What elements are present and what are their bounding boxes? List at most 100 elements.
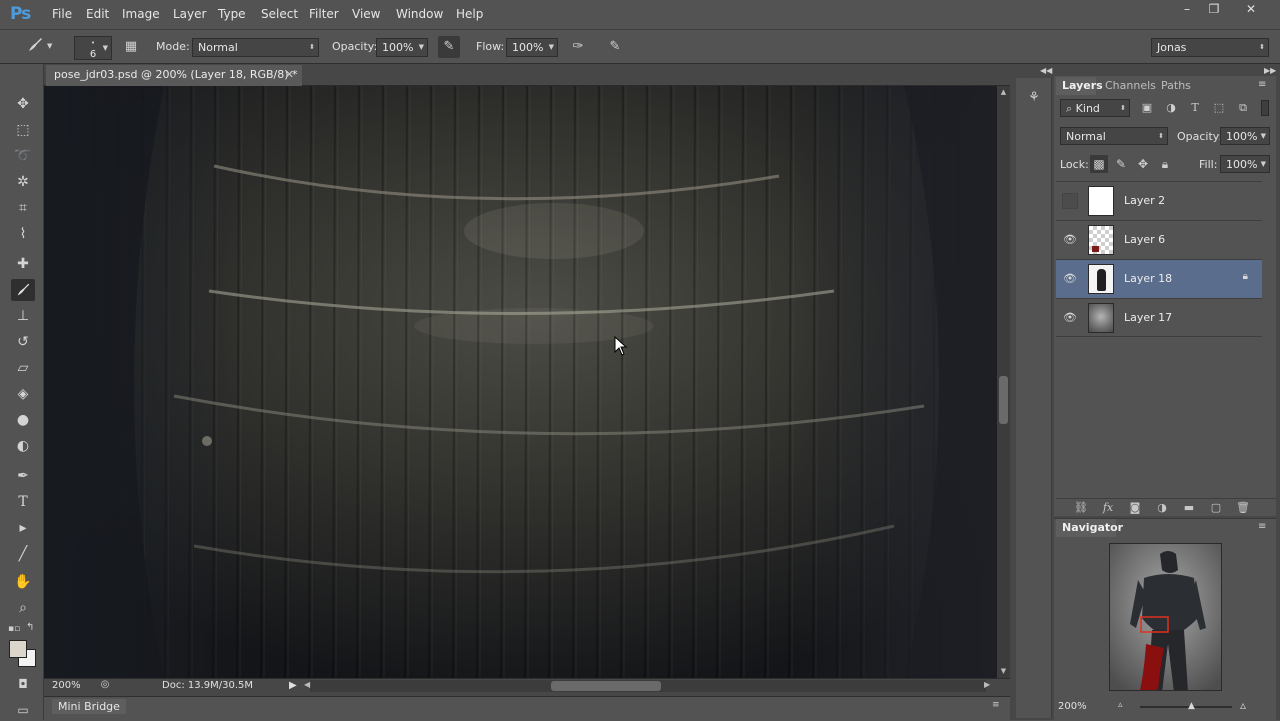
lasso-tool-icon[interactable]: ➰ <box>11 145 35 167</box>
layer-name[interactable]: Layer 18 <box>1124 272 1172 285</box>
filter-shape-icon[interactable]: ⬚ <box>1211 100 1227 116</box>
navigator-zoom-slider[interactable] <box>1140 706 1232 708</box>
eye-icon[interactable]: 👁︎ <box>1062 310 1078 326</box>
brush-panel-toggle-icon[interactable]: ▦ <box>120 36 142 58</box>
document-tab[interactable]: pose_jdr03.psd @ 200% (Layer 18, RGB/8) … <box>46 65 302 86</box>
brush-size-picker[interactable]: • 6 ▼ <box>74 36 112 60</box>
collapse-panels-icon[interactable]: ▶▶ <box>1264 66 1276 75</box>
tab-paths[interactable]: Paths <box>1161 79 1191 92</box>
path-selection-tool-icon[interactable]: ▸ <box>11 517 35 539</box>
navigator-zoom-value[interactable]: 200% <box>1058 701 1087 712</box>
dodge-tool-icon[interactable]: ◐ <box>11 435 35 457</box>
link-layers-icon[interactable]: ⛓ <box>1071 500 1091 516</box>
chevron-down-icon[interactable]: ▼ <box>47 42 52 50</box>
layer-blend-mode-select[interactable]: Normal ⬍ <box>1060 127 1168 145</box>
line-tool-icon[interactable]: ╱ <box>11 543 35 565</box>
add-mask-icon[interactable]: ◙ <box>1125 500 1145 516</box>
menu-edit[interactable]: Edit <box>86 7 109 21</box>
menu-type[interactable]: Type <box>218 7 246 21</box>
scroll-right-arrow-icon[interactable]: ▶ <box>984 680 990 689</box>
marquee-tool-icon[interactable]: ⬚ <box>11 119 35 141</box>
horizontal-scroll-thumb[interactable] <box>551 681 661 691</box>
mode-select[interactable]: Normal ⬍ <box>192 38 319 57</box>
lock-all-icon[interactable]: 🔒︎ <box>1156 155 1174 173</box>
scroll-up-arrow-icon[interactable]: ▲ <box>997 88 1010 96</box>
swap-colors-icon[interactable]: ↰ <box>26 622 34 633</box>
panel-menu-icon[interactable]: ≡ <box>1258 521 1266 532</box>
filter-type-icon[interactable]: T <box>1187 100 1203 116</box>
brush-tool-icon[interactable] <box>11 279 35 301</box>
menu-file[interactable]: File <box>52 7 72 21</box>
brush-preset-icon[interactable] <box>24 36 46 58</box>
layer-opacity-field[interactable]: 100% ▼ <box>1220 127 1270 145</box>
pressure-size-icon[interactable]: ✎ <box>604 36 626 58</box>
history-brush-tool-icon[interactable]: ↺ <box>11 331 35 353</box>
status-export-icon[interactable]: ◎ <box>97 679 113 693</box>
menu-select[interactable]: Select <box>261 7 298 21</box>
restore-button[interactable]: ❐ <box>1203 1 1225 17</box>
filter-pixel-icon[interactable]: ▣ <box>1139 100 1155 116</box>
eye-icon[interactable]: 👁︎ <box>1062 232 1078 248</box>
layer-row-layer-18[interactable]: 👁︎ Layer 18 🔒︎ <box>1056 259 1262 298</box>
scroll-down-arrow-icon[interactable]: ▼ <box>997 667 1010 675</box>
airbrush-icon[interactable]: ✑ <box>567 36 589 58</box>
filter-smart-object-icon[interactable]: ⧉ <box>1235 100 1251 116</box>
lock-image-icon[interactable]: ✎ <box>1112 155 1130 173</box>
opacity-field[interactable]: 100% ▼ <box>376 38 428 57</box>
layer-style-icon[interactable]: fx <box>1098 500 1118 516</box>
adjustment-layer-icon[interactable]: ◑ <box>1152 500 1172 516</box>
flow-field[interactable]: 100% ▼ <box>506 38 558 57</box>
document-canvas[interactable] <box>44 86 997 678</box>
paint-bucket-tool-icon[interactable]: ◈ <box>11 383 35 405</box>
clone-stamp-tool-icon[interactable]: ⊥ <box>11 305 35 327</box>
navigator-preview[interactable] <box>1109 543 1222 691</box>
vertical-scroll-thumb[interactable] <box>999 376 1008 424</box>
collapse-dock-icon[interactable]: ◀◀ <box>1040 66 1052 75</box>
crop-tool-icon[interactable]: ⌗ <box>11 197 35 219</box>
navigator-title[interactable]: Navigator <box>1062 521 1123 534</box>
menu-layer[interactable]: Layer <box>173 7 206 21</box>
close-tab-icon[interactable]: ✕ <box>285 65 294 85</box>
delete-layer-icon[interactable]: 🗑︎ <box>1233 500 1253 516</box>
lock-position-icon[interactable]: ✥ <box>1134 155 1152 173</box>
zoom-in-icon[interactable]: ▵ <box>1240 698 1246 712</box>
fill-field[interactable]: 100% ▼ <box>1220 155 1270 173</box>
layer-name[interactable]: Layer 2 <box>1124 194 1165 207</box>
filter-adjustment-icon[interactable]: ◑ <box>1163 100 1179 116</box>
layer-row-layer-6[interactable]: 👁︎ Layer 6 <box>1056 220 1262 259</box>
new-layer-icon[interactable]: ▢ <box>1206 500 1226 516</box>
zoom-slider-handle[interactable]: ▲ <box>1188 701 1195 711</box>
layer-filter-kind-select[interactable]: ⌕ Kind ⬍ <box>1060 99 1130 117</box>
minimize-button[interactable]: – <box>1176 1 1198 17</box>
layer-row-layer-2[interactable]: Layer 2 <box>1056 181 1262 220</box>
menu-filter[interactable]: Filter <box>309 7 339 21</box>
mini-bridge-tab[interactable]: Mini Bridge <box>52 699 126 714</box>
quick-mask-icon[interactable]: ◘ <box>11 673 35 695</box>
close-window-button[interactable]: ✕ <box>1240 1 1262 17</box>
magic-wand-tool-icon[interactable]: ✲ <box>11 171 35 193</box>
zoom-level-field[interactable]: 200% <box>52 680 81 691</box>
tab-layers[interactable]: Layers <box>1062 79 1103 92</box>
layer-name[interactable]: Layer 6 <box>1124 233 1165 246</box>
hand-tool-icon[interactable]: ✋ <box>11 571 35 593</box>
new-group-icon[interactable]: ▬ <box>1179 500 1199 516</box>
type-tool-icon[interactable]: T <box>11 491 35 513</box>
scroll-left-arrow-icon[interactable]: ◀ <box>304 680 310 689</box>
workspace-select[interactable]: Jonas ⬍ <box>1151 38 1269 57</box>
panel-menu-icon[interactable]: ≡ <box>992 700 1000 710</box>
menu-window[interactable]: Window <box>396 7 443 21</box>
default-colors-icon[interactable]: ▪▫ <box>8 624 20 634</box>
healing-brush-tool-icon[interactable]: ✚ <box>11 253 35 275</box>
filter-toggle[interactable] <box>1261 100 1269 116</box>
menu-help[interactable]: Help <box>456 7 483 21</box>
status-menu-arrow-icon[interactable]: ▶ <box>289 680 297 691</box>
tab-channels[interactable]: Channels <box>1105 79 1156 92</box>
panel-menu-icon[interactable]: ≡ <box>1258 79 1266 90</box>
visibility-toggle[interactable] <box>1062 193 1078 209</box>
layer-row-layer-17[interactable]: 👁︎ Layer 17 <box>1056 298 1262 337</box>
zoom-tool-icon[interactable]: ⌕ <box>11 597 35 619</box>
screen-mode-icon[interactable]: ▭ <box>11 699 35 721</box>
layer-name[interactable]: Layer 17 <box>1124 311 1172 324</box>
pressure-opacity-icon[interactable]: ✎ <box>438 36 460 58</box>
menu-view[interactable]: View <box>352 7 380 21</box>
